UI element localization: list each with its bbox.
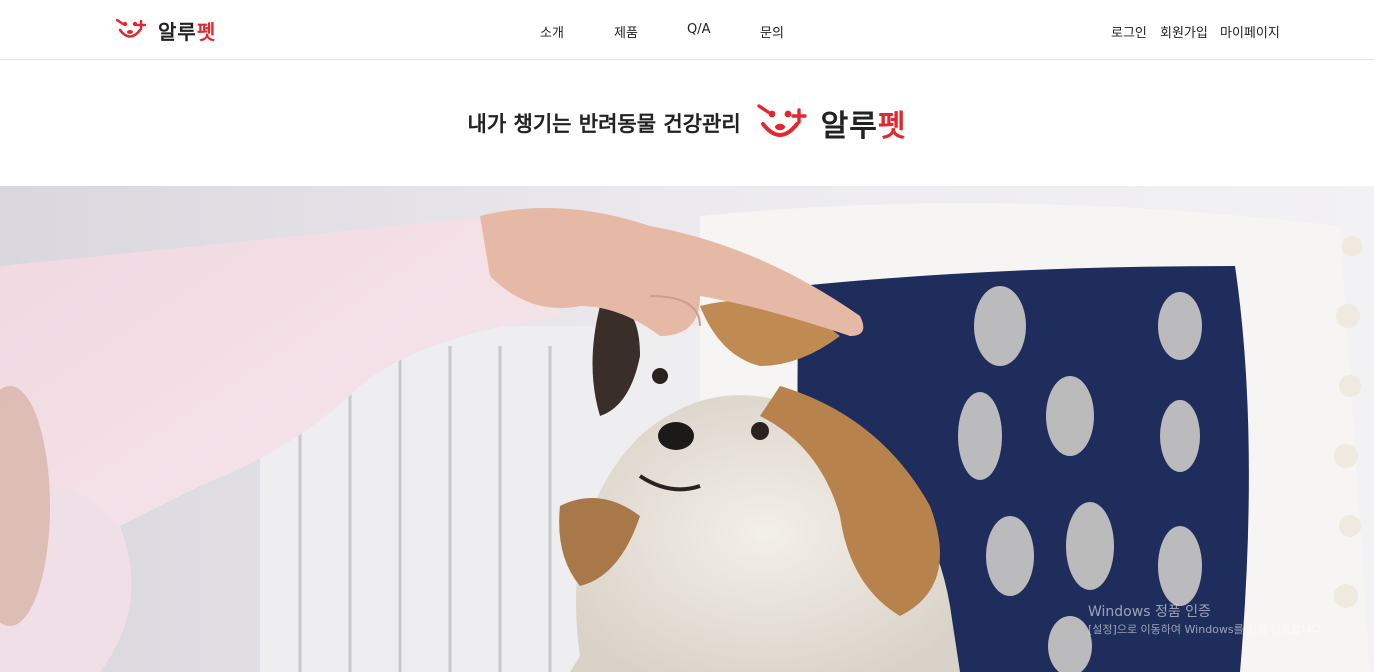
nav-intro[interactable]: 소개 bbox=[540, 22, 564, 41]
login-link[interactable]: 로그인 bbox=[1111, 22, 1147, 41]
hero-brand-part1: 알루 bbox=[820, 109, 878, 144]
nav-products[interactable]: 제품 bbox=[614, 22, 638, 41]
hero-brand-part2: 펫 bbox=[877, 109, 907, 144]
hero-tagline: 내가 챙기는 반려동물 건강관리 bbox=[467, 112, 741, 136]
watermark-subtitle: [설정]으로 이동하여 Windows를 정품 인증합니다. bbox=[1088, 623, 1326, 636]
hero-video[interactable] bbox=[0, 186, 1374, 672]
dog-photo bbox=[0, 186, 1374, 672]
mypage-link[interactable]: 마이페이지 bbox=[1220, 22, 1280, 41]
watermark-title: Windows 정품 인증 bbox=[1088, 604, 1211, 620]
nav-qa[interactable]: Q/A bbox=[687, 22, 711, 37]
nav-contact[interactable]: 문의 bbox=[760, 22, 784, 41]
hero-logo-icon bbox=[756, 104, 807, 137]
windows-activation-watermark: Windows 정품 인증 [설정]으로 이동하여 Windows를 정품 인증… bbox=[1088, 604, 1325, 638]
site-header: 알루펫 소개 제품 Q/A 문의 로그인 회원가입 마이페이지 bbox=[0, 0, 1374, 60]
hero-banner: 내가 챙기는 반려동물 건강관리 알루펫 bbox=[0, 60, 1374, 186]
hero-brand: 알루펫 bbox=[821, 101, 907, 145]
signup-link[interactable]: 회원가입 bbox=[1160, 22, 1208, 41]
